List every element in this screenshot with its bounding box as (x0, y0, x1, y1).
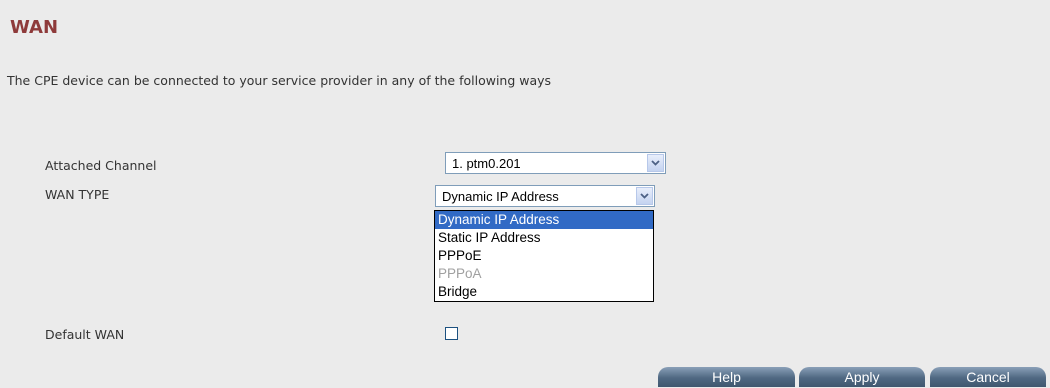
wan-type-select[interactable]: Dynamic IP Address (435, 185, 655, 207)
wan-type-option-bridge[interactable]: Bridge (435, 283, 653, 301)
wan-type-option-dynamic-ip[interactable]: Dynamic IP Address (435, 211, 653, 229)
wan-type-option-static-ip[interactable]: Static IP Address (435, 229, 653, 247)
intro-text: The CPE device can be connected to your … (7, 73, 552, 88)
page-title: WAN (10, 17, 59, 38)
default-wan-label: Default WAN (45, 327, 125, 342)
wan-type-option-pppoe[interactable]: PPPoE (435, 247, 653, 265)
cancel-button[interactable]: Cancel (930, 367, 1046, 387)
chevron-down-icon[interactable] (636, 187, 653, 205)
attached-channel-value: 1. ptm0.201 (452, 156, 521, 171)
chevron-down-icon[interactable] (647, 154, 664, 172)
default-wan-checkbox[interactable] (445, 327, 458, 340)
attached-channel-select[interactable]: 1. ptm0.201 (445, 152, 666, 174)
wan-type-option-pppoa: PPPoA (438, 266, 482, 281)
wan-type-label: WAN TYPE (45, 187, 110, 202)
attached-channel-label: Attached Channel (45, 158, 157, 173)
help-button[interactable]: Help (658, 367, 795, 387)
apply-button[interactable]: Apply (799, 367, 925, 387)
wan-type-value: Dynamic IP Address (442, 189, 559, 204)
wan-type-dropdown-list: Dynamic IP Address Static IP Address PPP… (434, 210, 654, 302)
